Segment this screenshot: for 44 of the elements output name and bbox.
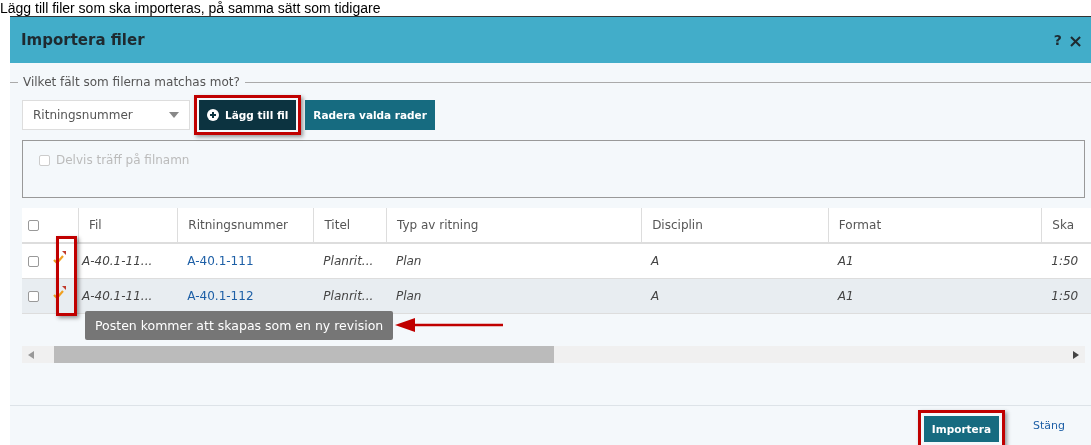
fieldset-legend: Vilket fält som filerna matchas mot?: [18, 75, 245, 89]
check-icon: [53, 251, 66, 265]
column-header[interactable]: Fil: [89, 218, 102, 232]
column-header[interactable]: Titel: [324, 218, 351, 232]
drawing-number-link[interactable]: A-40.1-112: [187, 289, 254, 303]
help-button[interactable]: ?: [1053, 29, 1062, 51]
select-all-checkbox[interactable]: [28, 219, 39, 231]
window-title: Importera filer: [21, 31, 145, 49]
row-checkbox[interactable]: [28, 255, 39, 267]
table-cell: A-40.1-11...: [82, 254, 153, 268]
table-cell: Planrit...: [323, 289, 374, 303]
drawing-number-link[interactable]: A-40.1-111: [187, 254, 254, 268]
table-cell: A-40.1-11...: [82, 289, 153, 303]
table-cell: 1:50: [1051, 254, 1079, 268]
horizontal-scrollbar[interactable]: [22, 346, 1085, 363]
import-button[interactable]: Importera: [923, 415, 999, 442]
tooltip: Posten kommer att skapas som en ny revision: [85, 310, 394, 340]
table-cell: Plan: [395, 254, 422, 268]
table-row[interactable]: A-40.1-11... A-40.1-112 Planrit... Plan A A1 1:50: [22, 279, 1091, 314]
scroll-right-icon[interactable]: [1073, 350, 1079, 359]
column-header[interactable]: Ritningsnummer: [188, 218, 289, 232]
table-cell: A1: [837, 289, 854, 303]
caret-icon: [169, 112, 179, 118]
match-dropdown[interactable]: Ritningsnummer: [22, 100, 190, 130]
close-link[interactable]: Stäng: [1033, 419, 1065, 432]
scroll-left-icon[interactable]: [28, 350, 34, 359]
column-header[interactable]: Typ av ritning: [396, 218, 479, 232]
table-cell: A1: [837, 254, 854, 268]
add-file-button[interactable]: Lägg till fil: [199, 100, 297, 130]
close-button[interactable]: ×: [1067, 29, 1083, 51]
column-header[interactable]: Format: [838, 218, 882, 232]
check-icon: [53, 286, 66, 300]
table-cell: A: [651, 254, 660, 268]
column-header[interactable]: Disciplin: [652, 218, 703, 232]
column-header[interactable]: Ska: [1052, 218, 1074, 232]
table-cell: Planrit...: [323, 254, 374, 268]
plus-icon: [207, 109, 219, 121]
table-row[interactable]: A-40.1-11... A-40.1-111 Planrit... Plan A A1 1:50: [22, 244, 1091, 279]
table-cell: Plan: [395, 289, 422, 303]
caption-text: Lägg till filer som ska importeras, på samma sätt som tidigare: [0, 0, 381, 16]
row-checkbox[interactable]: [28, 290, 39, 302]
table-cell: 1:50: [1051, 289, 1079, 303]
table-cell: A: [651, 289, 660, 303]
delete-rows-button[interactable]: Radera valda rader: [305, 100, 435, 130]
